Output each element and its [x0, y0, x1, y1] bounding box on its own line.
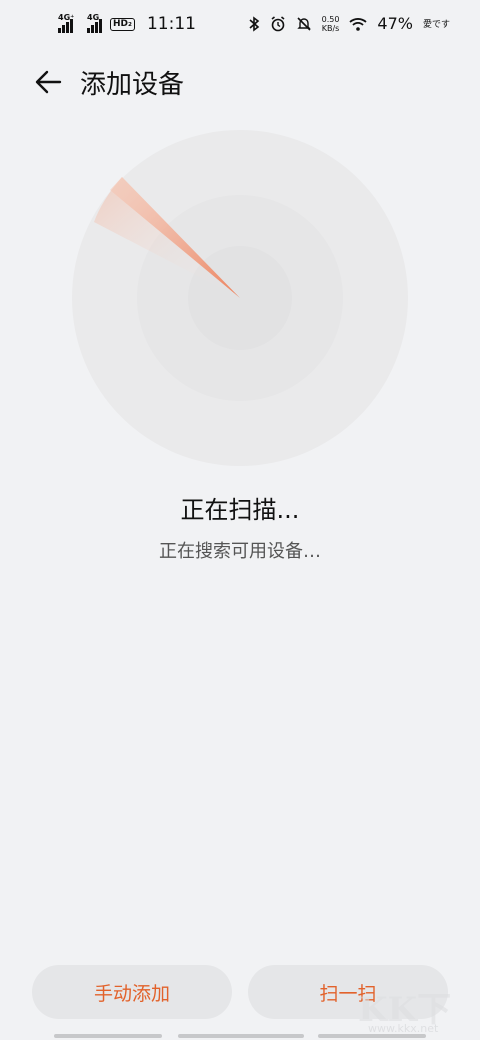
network-type-1: 4G⁺ [58, 13, 75, 22]
status-right: 0.50 KB/s 47% 愛です [248, 14, 450, 33]
scanning-subtitle: 正在搜索可用设备… [159, 541, 321, 562]
network-speed: 0.50 KB/s [322, 15, 340, 33]
alarm-icon [271, 15, 285, 31]
page-title: 添加设备 [80, 70, 185, 100]
nav-gesture-bar[interactable] [178, 1034, 304, 1038]
battery-level: 47% [377, 14, 413, 33]
speed-value: 0.50 [321, 14, 340, 24]
status-left: 4G⁺ 4G HD₂ 11:11 [58, 13, 196, 34]
back-button[interactable] [32, 66, 64, 98]
nav-gesture-bar[interactable] [54, 1034, 162, 1038]
hd-voice-icon: HD₂ [110, 17, 135, 31]
status-bar: 4G⁺ 4G HD₂ 11:11 0.50 KB/s 47% 愛です [0, 0, 480, 52]
nav-gesture-bar[interactable] [318, 1034, 426, 1038]
signal-icon: 4G [87, 13, 102, 33]
add-device-screen: 4G⁺ 4G HD₂ 11:11 0.50 KB/s 47% 愛です 添加设备 … [0, 0, 480, 1040]
arrow-left-icon [35, 70, 62, 94]
status-time: 11:11 [146, 14, 196, 34]
signal-icon: 4G⁺ [58, 13, 75, 33]
scanning-title: 正在扫描... [180, 496, 300, 524]
watermark: KK下载 www.kkx.net [358, 982, 474, 1040]
speed-unit: KB/s [321, 23, 340, 33]
radar-scan-animation [72, 130, 408, 466]
bluetooth-icon [249, 15, 259, 32]
wifi-icon [349, 17, 368, 31]
network-type-2: 4G [87, 13, 100, 22]
manual-add-button[interactable]: 手动添加 [32, 965, 232, 1019]
mute-icon [296, 16, 311, 31]
status-extra-text: 愛です [422, 20, 450, 30]
